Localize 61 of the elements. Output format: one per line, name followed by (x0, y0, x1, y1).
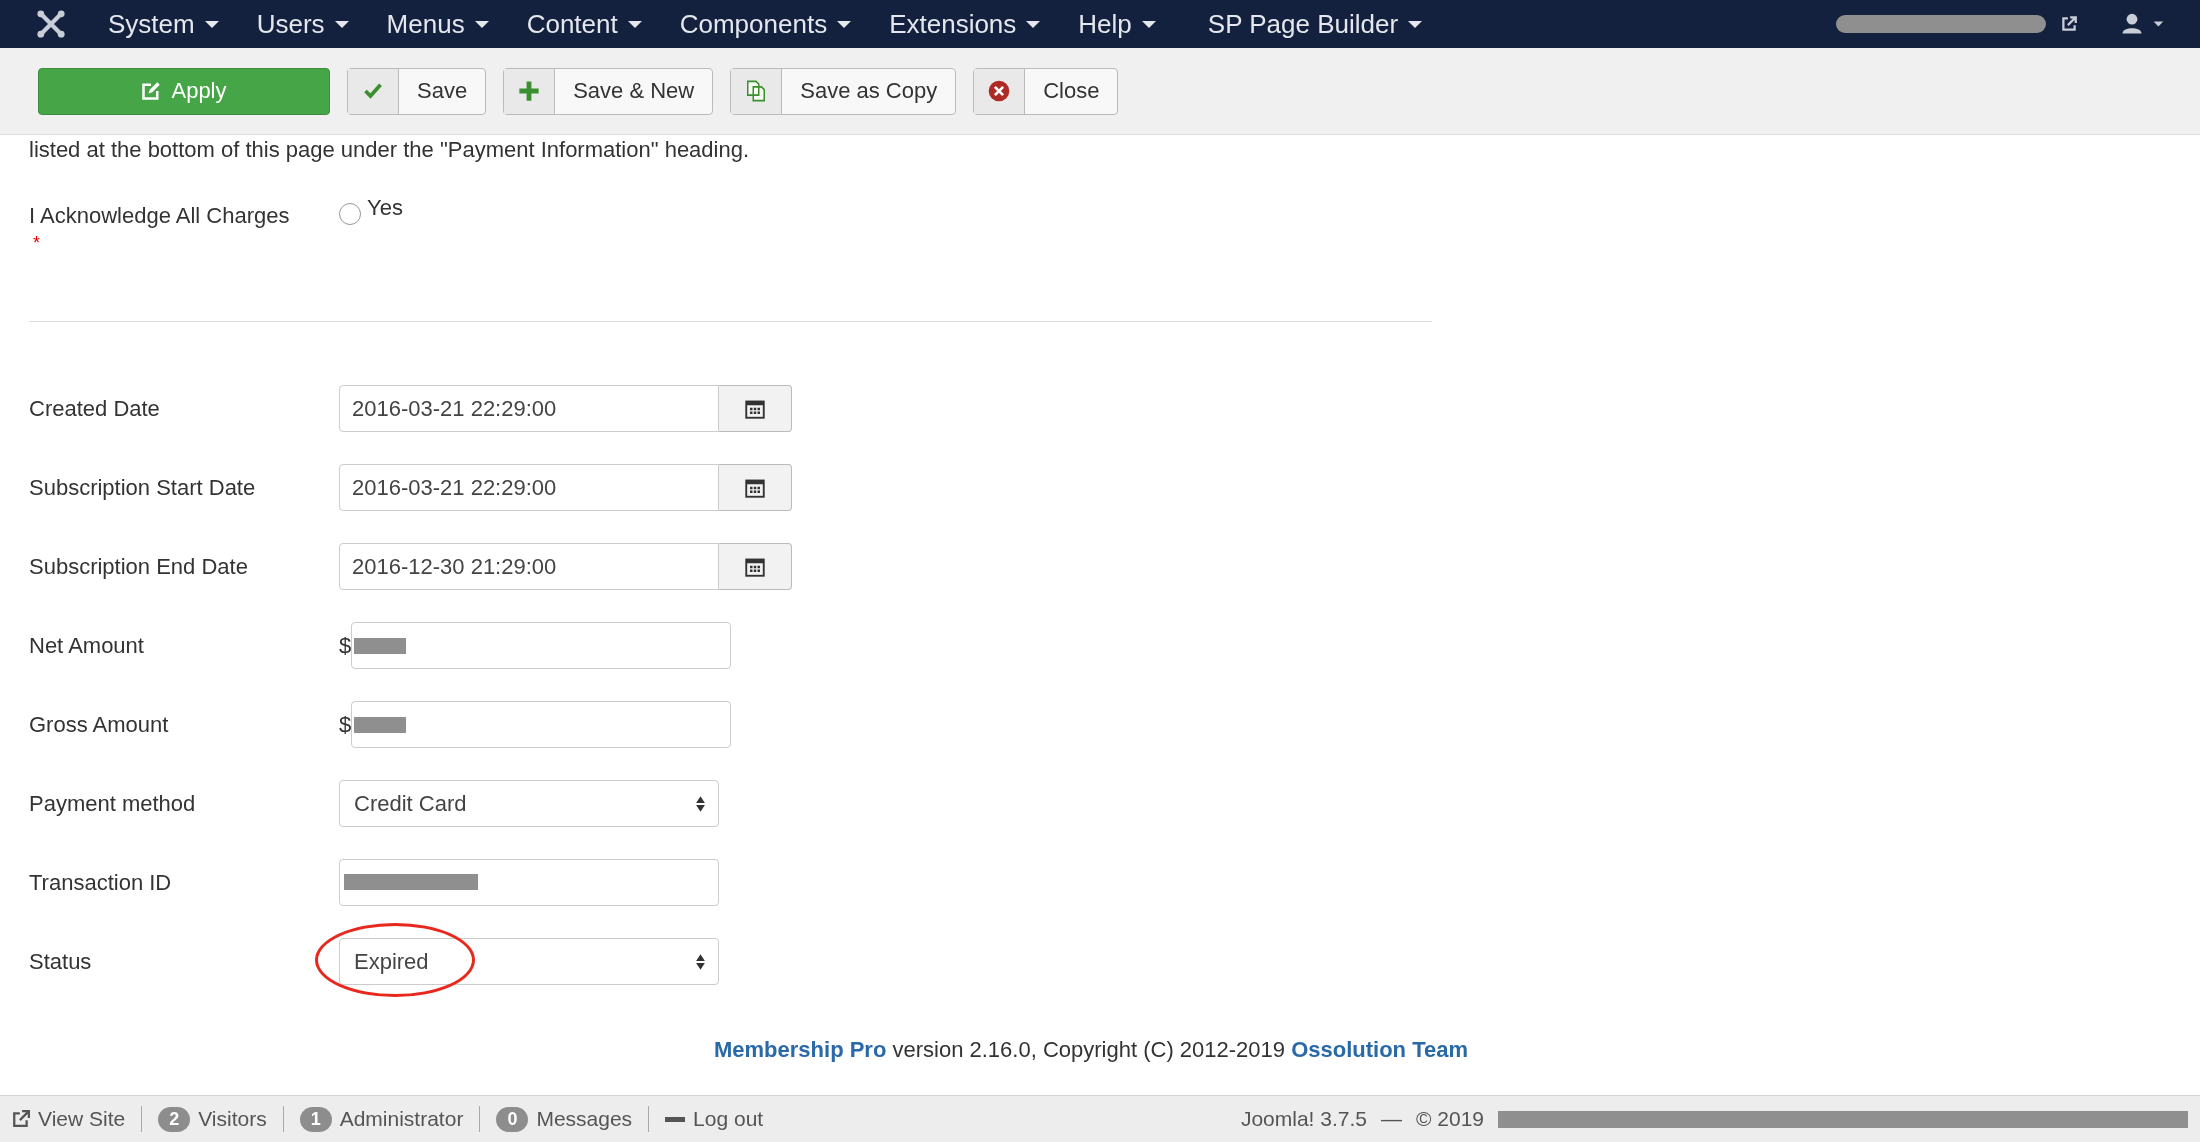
minus-icon (665, 1116, 686, 1122)
external-link-icon[interactable] (2060, 15, 2078, 33)
field-label: I Acknowledge All Charges (29, 203, 291, 229)
plus-icon (518, 80, 541, 102)
product-link[interactable]: Membership Pro (714, 1037, 887, 1062)
save-button[interactable]: Save (347, 67, 487, 115)
field-label: Transaction ID (29, 869, 173, 896)
field-label: Gross Amount (29, 711, 170, 738)
calendar-button[interactable] (719, 464, 792, 511)
calendar-button[interactable] (719, 385, 792, 432)
menu-item[interactable]: Content (526, 8, 642, 40)
new-button[interactable]: Save & New (503, 67, 714, 115)
field-label: Created Date (29, 395, 161, 422)
close-button[interactable]: Close (973, 67, 1119, 115)
date-field[interactable]: 2016-12-30 21:29:00 (339, 543, 719, 590)
menu-item[interactable]: System (108, 8, 219, 40)
team-link[interactable]: Ossolution Team (1291, 1037, 1468, 1062)
dash-text: — (1380, 1107, 1402, 1131)
status-link[interactable]: 0 Messages (496, 1106, 633, 1132)
amount-field[interactable] (351, 622, 731, 669)
date-field[interactable]: 2016-03-21 22:29:00 (339, 464, 719, 511)
menu-item[interactable]: Menus (386, 8, 489, 40)
field-label: Payment method (29, 790, 197, 817)
external-link-icon (12, 1110, 30, 1128)
calendar-icon (745, 398, 765, 419)
menu-item[interactable]: Users (256, 8, 349, 40)
menu-item[interactable]: Extensions (889, 8, 1041, 40)
amount-field[interactable] (351, 701, 731, 748)
view-site-link[interactable]: View Site (12, 1107, 126, 1131)
field-label: Status (29, 948, 93, 975)
currency-sign: $ (339, 711, 351, 738)
menu-item[interactable]: Help (1078, 8, 1156, 40)
field-label: Subscription End Date (29, 553, 249, 580)
currency-sign: $ (339, 632, 351, 659)
field-label: Subscription Start Date (29, 474, 257, 501)
calendar-button[interactable] (719, 543, 792, 590)
updown-arrows-icon (695, 794, 706, 813)
date-field[interactable]: 2016-03-21 22:29:00 (339, 385, 719, 432)
checkmark-icon (363, 81, 383, 101)
calendar-icon (745, 477, 765, 498)
updown-arrows-icon (695, 952, 706, 971)
menu-item[interactable]: Components (679, 8, 852, 40)
yes-radio[interactable]: Yes (339, 195, 403, 229)
calendar-icon (745, 556, 765, 577)
select-field[interactable]: Credit Card (339, 780, 719, 827)
version-text: Joomla! 3.7.5 (1240, 1107, 1367, 1131)
menu-item[interactable]: SP Page Builder (1207, 8, 1423, 40)
edit-icon (141, 81, 162, 101)
select-field[interactable]: Expired (339, 938, 719, 985)
status-link[interactable]: 2 Visitors (158, 1106, 267, 1132)
field-label: Net Amount (29, 632, 145, 659)
copy-button[interactable]: Save as Copy (730, 67, 957, 115)
joomla-logo-icon[interactable] (34, 7, 68, 41)
close-icon (988, 80, 1011, 102)
intro-text: listed at the bottom of this page under the "Payment Information" heading. (29, 137, 751, 163)
copyright-text: Membership Pro version 2.16.0, Copyright (C) 2012-2019 Ossolution Team (714, 1037, 1469, 1063)
logout-link[interactable]: Log out (665, 1107, 764, 1131)
required-mark: * (33, 233, 41, 254)
copy-icon (745, 80, 768, 102)
status-link[interactable]: 1 Administrator (299, 1106, 464, 1132)
copyright-year: © 2019 (1415, 1107, 1484, 1131)
